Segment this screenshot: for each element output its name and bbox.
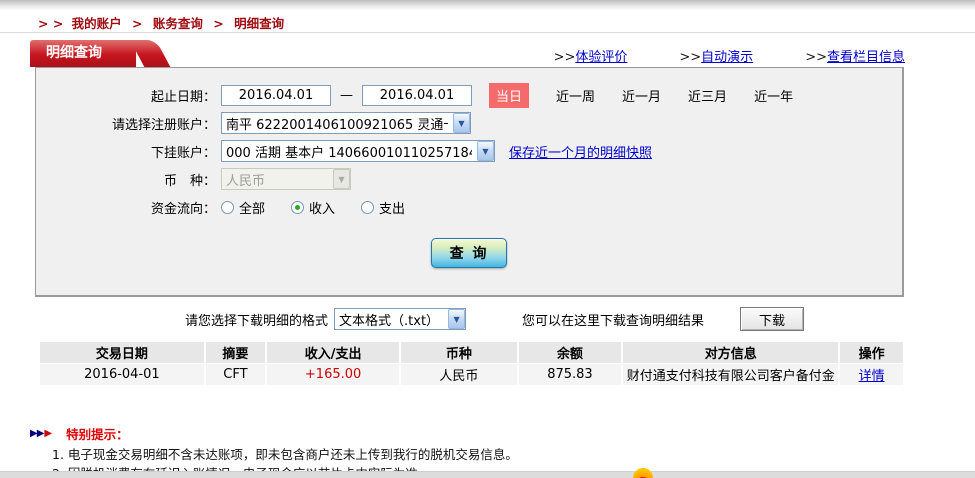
date-to-input[interactable] bbox=[362, 85, 472, 106]
query-button[interactable]: 查 询 bbox=[431, 238, 507, 268]
cell-summary: CFT bbox=[206, 364, 265, 385]
col-amount: 收入/支出 bbox=[267, 342, 399, 363]
quick-range-month[interactable]: 近一月 bbox=[622, 86, 661, 105]
form-row-register-account: 请选择注册账户： 南平 6222001406100921065 灵通卡 ▼ bbox=[36, 109, 902, 137]
quick-range-week[interactable]: 近一周 bbox=[556, 86, 595, 105]
flow-radio-group: 全部 收入 支出 bbox=[221, 198, 431, 217]
notice-header: ▶▶ ▶ 特别提示： bbox=[30, 424, 890, 443]
register-account-select[interactable]: 南平 6222001406100921065 灵通卡 ▼ bbox=[221, 112, 471, 134]
col-counterparty: 对方信息 bbox=[623, 342, 838, 363]
radio-income[interactable]: 收入 bbox=[291, 198, 335, 217]
notice-item-1: 1. 电子现金交易明细不含未达账项，即未包含商户还未上传到我行的脱机交易信息。 bbox=[52, 447, 890, 462]
register-account-label: 请选择注册账户： bbox=[36, 114, 216, 133]
table-header-row: 交易日期 摘要 收入/支出 币种 余额 对方信息 操作 bbox=[40, 342, 903, 363]
cell-amount: +165.00 bbox=[267, 364, 399, 385]
download-hint: 您可以在这里下载查询明细结果 bbox=[522, 310, 704, 329]
radio-checked-icon[interactable] bbox=[291, 201, 304, 214]
radio-icon[interactable] bbox=[221, 201, 234, 214]
cell-currency: 人民币 bbox=[401, 364, 516, 385]
breadcrumb-item-account-inquiry[interactable]: 账务查询 bbox=[153, 16, 203, 31]
col-balance: 余额 bbox=[519, 342, 622, 363]
breadcrumb-separator: > bbox=[213, 16, 223, 31]
form-row-flow: 资金流向： 全部 收入 支出 bbox=[36, 193, 902, 221]
date-separator: — bbox=[340, 88, 353, 103]
sub-account-select[interactable]: 000 活期 基本户 1406600101102571848 ▼ bbox=[221, 140, 495, 162]
breadcrumb-item-detail-inquiry[interactable]: 明细查询 bbox=[234, 16, 284, 31]
chevrons-icon: >> bbox=[679, 50, 701, 65]
notice-title: 特别提示： bbox=[66, 424, 129, 443]
date-range-label: 起止日期： bbox=[36, 86, 216, 105]
col-action: 操作 bbox=[840, 342, 903, 363]
flow-label: 资金流向： bbox=[36, 198, 216, 217]
table-row: 2016-04-01 CFT +165.00 人民币 875.83 财付通支付科… bbox=[40, 364, 903, 385]
download-format-label: 请您选择下载明细的格式 bbox=[185, 310, 328, 329]
col-currency: 币种 bbox=[401, 342, 516, 363]
chevron-down-icon[interactable]: ▼ bbox=[448, 309, 465, 329]
cell-trade-date: 2016-04-01 bbox=[40, 364, 204, 385]
radio-icon[interactable] bbox=[361, 201, 374, 214]
date-from-input[interactable] bbox=[221, 85, 331, 106]
currency-select-disabled: 人民币 ▼ bbox=[221, 168, 351, 190]
special-notice: ▶▶ ▶ 特别提示： 1. 电子现金交易明细不含未达账项，即未包含商户还未上传到… bbox=[30, 424, 890, 478]
chevron-down-icon[interactable]: ▼ bbox=[453, 113, 470, 133]
quick-range-year[interactable]: 近一年 bbox=[754, 86, 793, 105]
page: > > 我的账户 > 账务查询 > 明细查询 明细查询 >>体验评价 >>自动演… bbox=[0, 0, 975, 478]
currency-label: 币 种： bbox=[36, 170, 216, 189]
link-view-column-info[interactable]: >>查看栏目信息 bbox=[805, 46, 905, 65]
form-row-currency: 币 种： 人民币 ▼ bbox=[36, 165, 902, 193]
cell-action: 详情 bbox=[840, 364, 903, 385]
download-row: 请您选择下载明细的格式 文本格式（.txt） ▼ 您可以在这里下载查询明细结果 … bbox=[35, 304, 904, 334]
radio-all[interactable]: 全部 bbox=[221, 198, 265, 217]
detail-link[interactable]: 详情 bbox=[859, 369, 885, 384]
download-format-select[interactable]: 文本格式（.txt） ▼ bbox=[334, 308, 466, 330]
chevron-down-icon: ▼ bbox=[333, 169, 350, 189]
top-gradient-bar bbox=[0, 0, 975, 10]
chevron-down-icon[interactable]: ▼ bbox=[477, 141, 494, 161]
cell-balance: 875.83 bbox=[519, 364, 622, 385]
bottom-strip bbox=[0, 471, 975, 478]
form-row-date: 起止日期： — 当日 近一周 近一月 近三月 近一年 bbox=[36, 81, 902, 109]
radio-expense[interactable]: 支出 bbox=[361, 198, 405, 217]
chevrons-icon: >> bbox=[554, 50, 576, 65]
save-snapshot-link[interactable]: 保存近一个月的明细快照 bbox=[509, 142, 652, 161]
transaction-table: 交易日期 摘要 收入/支出 币种 余额 对方信息 操作 2016-04-01 C… bbox=[38, 341, 905, 386]
form-row-sub-account: 下挂账户： 000 活期 基本户 1406600101102571848 ▼ 保… bbox=[36, 137, 902, 165]
breadcrumb-prefix: > > bbox=[38, 16, 63, 31]
quick-range-3months[interactable]: 近三月 bbox=[688, 86, 727, 105]
breadcrumb: > > 我的账户 > 账务查询 > 明细查询 bbox=[38, 13, 288, 32]
red-arrow-icon: ▶ bbox=[44, 428, 52, 439]
sub-account-label: 下挂账户： bbox=[36, 142, 216, 161]
download-button[interactable]: 下载 bbox=[740, 307, 804, 331]
query-form-panel: 起止日期： — 当日 近一周 近一月 近三月 近一年 请选择注册账户： 南平 6… bbox=[35, 67, 904, 297]
triple-arrow-icon: ▶▶ bbox=[30, 428, 43, 439]
breadcrumb-separator: > bbox=[132, 16, 142, 31]
breadcrumb-item-my-account[interactable]: 我的账户 bbox=[72, 16, 122, 31]
header-links: >>体验评价 >>自动演示 >>查看栏目信息 bbox=[554, 46, 905, 65]
col-trade-date: 交易日期 bbox=[40, 342, 204, 363]
cell-counterparty: 财付通支付科技有限公司客户备付金 bbox=[623, 364, 838, 385]
link-auto-demo[interactable]: >>自动演示 bbox=[679, 46, 753, 65]
link-experience-rating[interactable]: >>体验评价 bbox=[554, 46, 628, 65]
header-divider bbox=[0, 32, 975, 33]
tab-detail-inquiry: 明细查询 bbox=[30, 40, 136, 67]
quick-range-today[interactable]: 当日 bbox=[489, 83, 529, 108]
col-summary: 摘要 bbox=[206, 342, 265, 363]
chevrons-icon: >> bbox=[805, 50, 827, 65]
